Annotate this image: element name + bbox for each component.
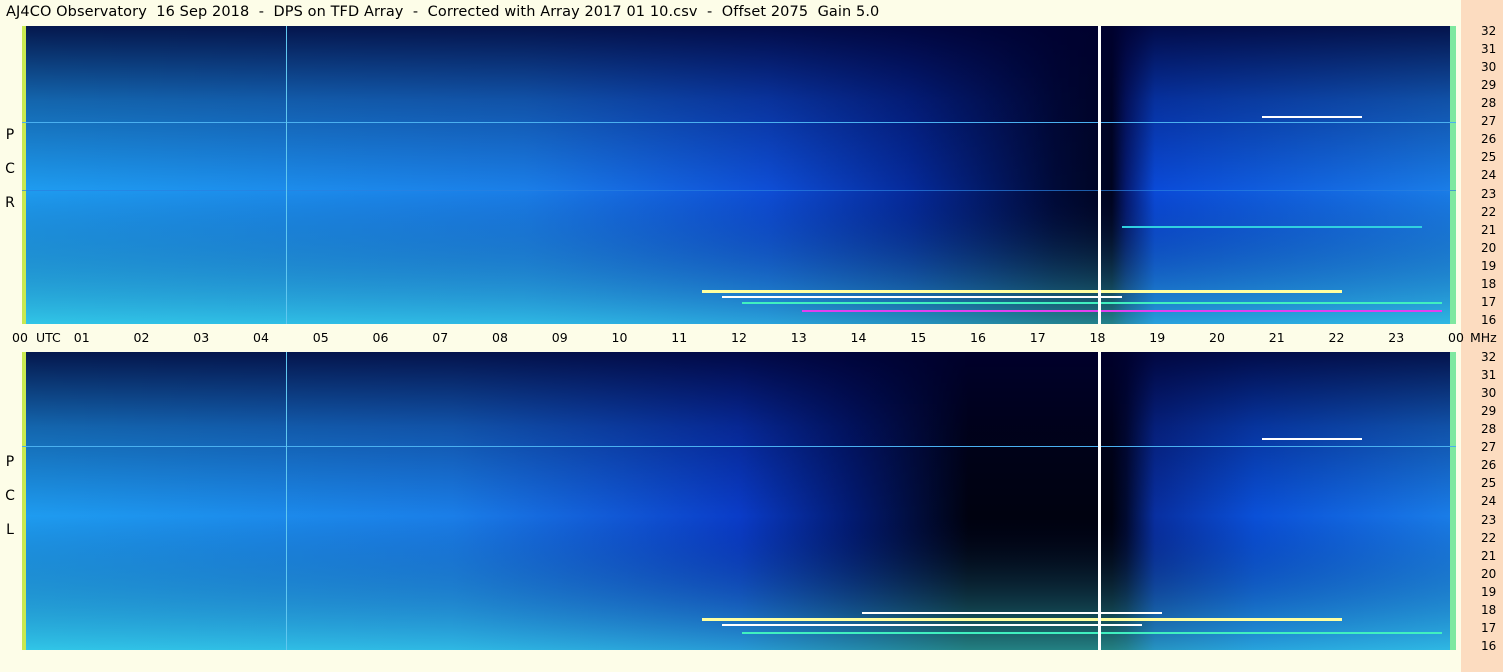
freq-tick-label: 18: [1481, 602, 1497, 617]
mhz-label: MHz: [1470, 330, 1497, 345]
rcp-spectrogram: [22, 26, 1456, 324]
freq-tick-label: 16: [1481, 312, 1497, 327]
freq-tick-label: 25: [1481, 476, 1497, 491]
hour-tick-label: 00: [1448, 330, 1464, 345]
utc-label: UTC: [36, 330, 61, 345]
hour-tick-label: 04: [253, 330, 269, 345]
hour-tick-label: 03: [193, 330, 210, 345]
hour-tick-label: 12: [731, 330, 747, 345]
hour-tick-label: 09: [551, 330, 568, 345]
freq-tick-label: 19: [1481, 584, 1497, 599]
freq-tick-label: 21: [1481, 548, 1497, 563]
freq-tick-label: 27: [1481, 114, 1497, 129]
pol-letter: P: [5, 127, 15, 143]
freq-tick-label: 20: [1481, 240, 1497, 255]
time-axis: 00 01 02 03 04 05 06 07 08 09 10 11 12 13 14 15 16 17 18 19…: [0, 326, 1503, 350]
freq-tick-label: 21: [1481, 222, 1497, 237]
hour-tick-label: 17: [1029, 330, 1046, 345]
hour-tick-label: 15: [910, 330, 927, 345]
freq-tick-label: 31: [1481, 368, 1497, 383]
hour-tick-label: 08: [492, 330, 508, 345]
hour-tick-label: 06: [372, 330, 389, 345]
hour-tick-label: 20: [1209, 330, 1225, 345]
pol-letter: R: [5, 195, 15, 211]
freq-tick-label: 27: [1481, 440, 1497, 455]
freq-tick-label: 19: [1481, 258, 1497, 273]
hour-tick-label: 16: [970, 330, 986, 345]
freq-tick-label: 25: [1481, 150, 1497, 165]
hour-tick-label: 11: [671, 330, 688, 345]
freq-tick-label: 22: [1481, 204, 1497, 219]
freq-tick-label: 26: [1481, 458, 1497, 473]
freq-tick-label: 17: [1481, 294, 1497, 309]
hour-tick-label: 10: [611, 330, 628, 345]
freq-tick-label: 32: [1481, 350, 1497, 364]
freq-tick-label: 20: [1481, 566, 1497, 581]
top-polarization-label: P C R: [2, 128, 18, 230]
freq-tick-label: 30: [1481, 60, 1497, 75]
freq-tick-label: 17: [1481, 620, 1497, 635]
freq-tick-label: 29: [1481, 404, 1497, 419]
lcp-spectrogram: [22, 352, 1456, 650]
hour-tick-label: 05: [312, 330, 329, 345]
hour-tick-label: 22: [1328, 330, 1345, 345]
freq-tick-label: 23: [1481, 186, 1497, 201]
bottom-polarization-label: P C L: [2, 455, 18, 557]
hour-tick-label: 01: [73, 330, 90, 345]
hour-tick-label: 18: [1089, 330, 1106, 345]
hour-tick-label: 21: [1268, 330, 1285, 345]
hour-tick-label: 02: [133, 330, 150, 345]
pol-letter: L: [6, 522, 14, 538]
freq-tick-label: 29: [1481, 78, 1497, 93]
freq-tick-label: 24: [1481, 494, 1497, 509]
hour-tick-label: 14: [850, 330, 867, 345]
hour-tick-label: 19: [1149, 330, 1166, 345]
freq-tick-label: 30: [1481, 386, 1497, 401]
freq-tick-label: 28: [1481, 422, 1497, 437]
hour-tick-label: 07: [432, 330, 449, 345]
pol-letter: C: [5, 488, 15, 504]
freq-tick-label: 16: [1481, 638, 1497, 653]
chart-title: AJ4CO Observatory 16 Sep 2018 - DPS on T…: [6, 4, 880, 20]
freq-tick-label: 24: [1481, 168, 1497, 183]
freq-tick-label: 23: [1481, 512, 1497, 527]
freq-tick-label: 18: [1481, 276, 1497, 291]
pol-letter: P: [5, 454, 15, 470]
freq-tick-label: 31: [1481, 42, 1497, 57]
hour-tick-label: 13: [790, 330, 807, 345]
hour-tick-label: 00: [12, 330, 28, 345]
freq-tick-label: 22: [1481, 530, 1497, 545]
freq-tick-label: 32: [1481, 24, 1497, 38]
hour-tick-label: 23: [1388, 330, 1405, 345]
freq-tick-label: 26: [1481, 132, 1497, 147]
freq-tick-label: 28: [1481, 96, 1497, 111]
pol-letter: C: [5, 161, 15, 177]
